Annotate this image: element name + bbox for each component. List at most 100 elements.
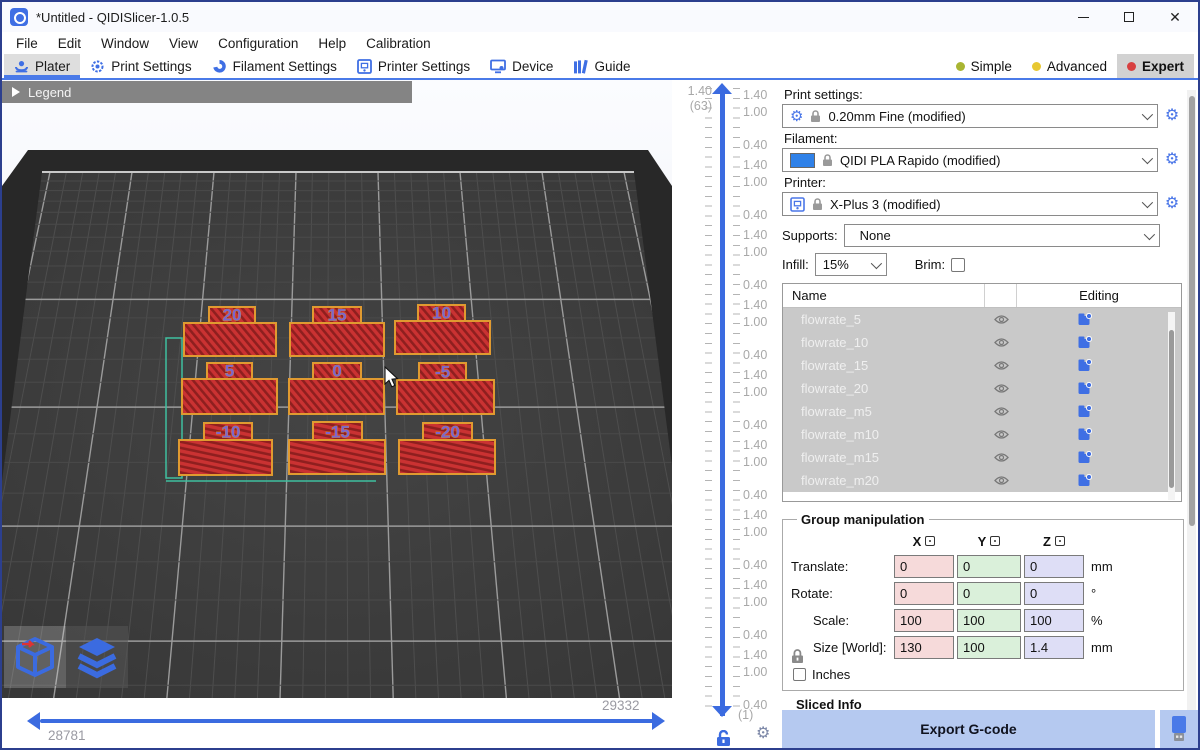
column-header-visibility[interactable]	[985, 284, 1017, 307]
print-settings-icon	[90, 59, 105, 74]
value-input-x[interactable]: 100	[894, 609, 954, 632]
eye-visibility-icon[interactable]	[994, 337, 1009, 348]
move-slider-right-thumb[interactable]	[652, 712, 665, 730]
mode-advanced[interactable]: Advanced	[1022, 54, 1117, 78]
field-label: Translate:	[789, 559, 891, 574]
tab-printer-settings[interactable]: Printer Settings	[347, 54, 480, 78]
move-slider-left-thumb[interactable]	[27, 712, 40, 730]
value-input-z[interactable]: 0	[1024, 582, 1084, 605]
edit-settings-icon[interactable]	[1078, 382, 1092, 395]
legend-collapsible[interactable]: Legend	[2, 81, 412, 103]
value-input-z[interactable]: 100	[1024, 609, 1084, 632]
export-row: Export G-code	[782, 710, 1198, 748]
menu-calibration[interactable]: Calibration	[356, 36, 441, 51]
lock-slider-icon[interactable]	[716, 730, 731, 747]
value-input-x[interactable]: 130	[894, 636, 954, 659]
tab-device[interactable]: Device	[480, 54, 563, 78]
maximize-button[interactable]	[1106, 2, 1152, 32]
menu-edit[interactable]: Edit	[48, 36, 91, 51]
edit-settings-icon[interactable]	[1078, 359, 1092, 372]
print-settings-combo[interactable]: ⚙ 0.20mm Fine (modified)	[782, 104, 1158, 128]
mode-simple[interactable]: Simple	[946, 54, 1022, 78]
slider-settings-gear-icon[interactable]: ⚙	[756, 726, 770, 742]
menu-view[interactable]: View	[159, 36, 208, 51]
table-row[interactable]: flowrate_m10	[783, 423, 1181, 446]
list-scrollbar[interactable]	[1168, 312, 1175, 500]
edit-filament-button[interactable]: ⚙	[1163, 152, 1181, 168]
table-row[interactable]: flowrate_m20	[783, 469, 1181, 492]
layers-preview-button[interactable]	[66, 626, 128, 688]
table-row[interactable]: flowrate_10	[783, 331, 1181, 354]
panel-scrollbar[interactable]	[1187, 90, 1196, 710]
layer-slider-track[interactable]	[720, 90, 725, 716]
infill-select[interactable]: 15%	[815, 253, 887, 276]
table-row[interactable]: flowrate_m5	[783, 400, 1181, 423]
build-plate-scene[interactable]: 20151050-5-10-15-20	[2, 80, 672, 698]
value-input-x[interactable]: 0	[894, 582, 954, 605]
layer-height-tick-label: 0.40	[743, 278, 767, 292]
menu-file[interactable]: File	[6, 36, 48, 51]
eye-visibility-icon[interactable]	[994, 383, 1009, 394]
layer-height-tick-label: 1.00	[743, 315, 767, 329]
axis-letter: Z	[1043, 534, 1051, 549]
edit-settings-icon[interactable]	[1078, 428, 1092, 441]
value-input-z[interactable]: 1.4	[1024, 636, 1084, 659]
object-name-label: flowrate_m15	[783, 450, 985, 465]
eye-visibility-icon[interactable]	[994, 475, 1009, 486]
mode-expert[interactable]: Expert	[1117, 54, 1194, 78]
layer-slider-top-thumb[interactable]	[712, 83, 732, 94]
uniform-scale-lock-icon[interactable]	[791, 649, 804, 664]
edit-settings-icon[interactable]	[1078, 474, 1092, 487]
printer-combo[interactable]: X-Plus 3 (modified)	[782, 192, 1158, 216]
table-row[interactable]: flowrate_20	[783, 377, 1181, 400]
column-header-editing[interactable]: Editing	[1017, 288, 1181, 303]
edit-settings-icon[interactable]	[1078, 313, 1092, 326]
eye-visibility-icon[interactable]	[994, 452, 1009, 463]
app-logo-icon	[10, 8, 28, 26]
layer-height-tick-label: 0.40	[743, 348, 767, 362]
tab-print-settings[interactable]: Print Settings	[80, 54, 201, 78]
edit-settings-icon[interactable]	[1078, 336, 1092, 349]
inches-checkbox[interactable]	[793, 668, 806, 681]
menu-window[interactable]: Window	[91, 36, 159, 51]
value-input-z[interactable]: 0	[1024, 555, 1084, 578]
minimize-button[interactable]	[1060, 2, 1106, 32]
value-input-y[interactable]: 100	[957, 636, 1021, 659]
tab-plater[interactable]: Plater	[4, 54, 80, 78]
tab-guide[interactable]: Guide	[563, 54, 640, 78]
value-input-y[interactable]: 100	[957, 609, 1021, 632]
eye-visibility-icon[interactable]	[994, 314, 1009, 325]
edit-print-settings-button[interactable]: ⚙	[1163, 108, 1181, 124]
edit-printer-button[interactable]: ⚙	[1163, 196, 1181, 212]
menu-help[interactable]: Help	[308, 36, 356, 51]
tab-filament-settings[interactable]: Filament Settings	[202, 54, 347, 78]
layer-height-tick-label: 1.00	[743, 175, 767, 189]
flowrate-number-label: -5	[435, 363, 450, 382]
eye-visibility-icon[interactable]	[994, 406, 1009, 417]
flowrate-number-label: 15	[328, 306, 347, 325]
close-button[interactable]: ✕	[1152, 2, 1198, 32]
move-slider-track[interactable]	[40, 719, 654, 723]
export-to-usb-button[interactable]	[1160, 710, 1198, 748]
brim-checkbox[interactable]	[951, 258, 965, 272]
filament-combo[interactable]: QIDI PLA Rapido (modified)	[782, 148, 1158, 172]
value-input-x[interactable]: 0	[894, 555, 954, 578]
eye-visibility-icon[interactable]	[994, 360, 1009, 371]
value-input-y[interactable]: 0	[957, 582, 1021, 605]
export-gcode-button[interactable]: Export G-code	[782, 710, 1155, 748]
lock-icon	[812, 198, 823, 211]
edit-settings-icon[interactable]	[1078, 405, 1092, 418]
table-row[interactable]: flowrate_5	[783, 308, 1181, 331]
table-row[interactable]: flowrate_15	[783, 354, 1181, 377]
sliced-info-label: Sliced Info	[796, 697, 1198, 710]
3d-view-button[interactable]	[4, 626, 66, 688]
layer-slider-bottom-thumb[interactable]	[712, 706, 732, 717]
menu-configuration[interactable]: Configuration	[208, 36, 308, 51]
supports-select[interactable]: None	[844, 224, 1160, 247]
layer-height-tick-label: 1.40	[743, 88, 767, 102]
edit-settings-icon[interactable]	[1078, 451, 1092, 464]
column-header-name[interactable]: Name	[783, 284, 985, 307]
eye-visibility-icon[interactable]	[994, 429, 1009, 440]
table-row[interactable]: flowrate_m15	[783, 446, 1181, 469]
value-input-y[interactable]: 0	[957, 555, 1021, 578]
